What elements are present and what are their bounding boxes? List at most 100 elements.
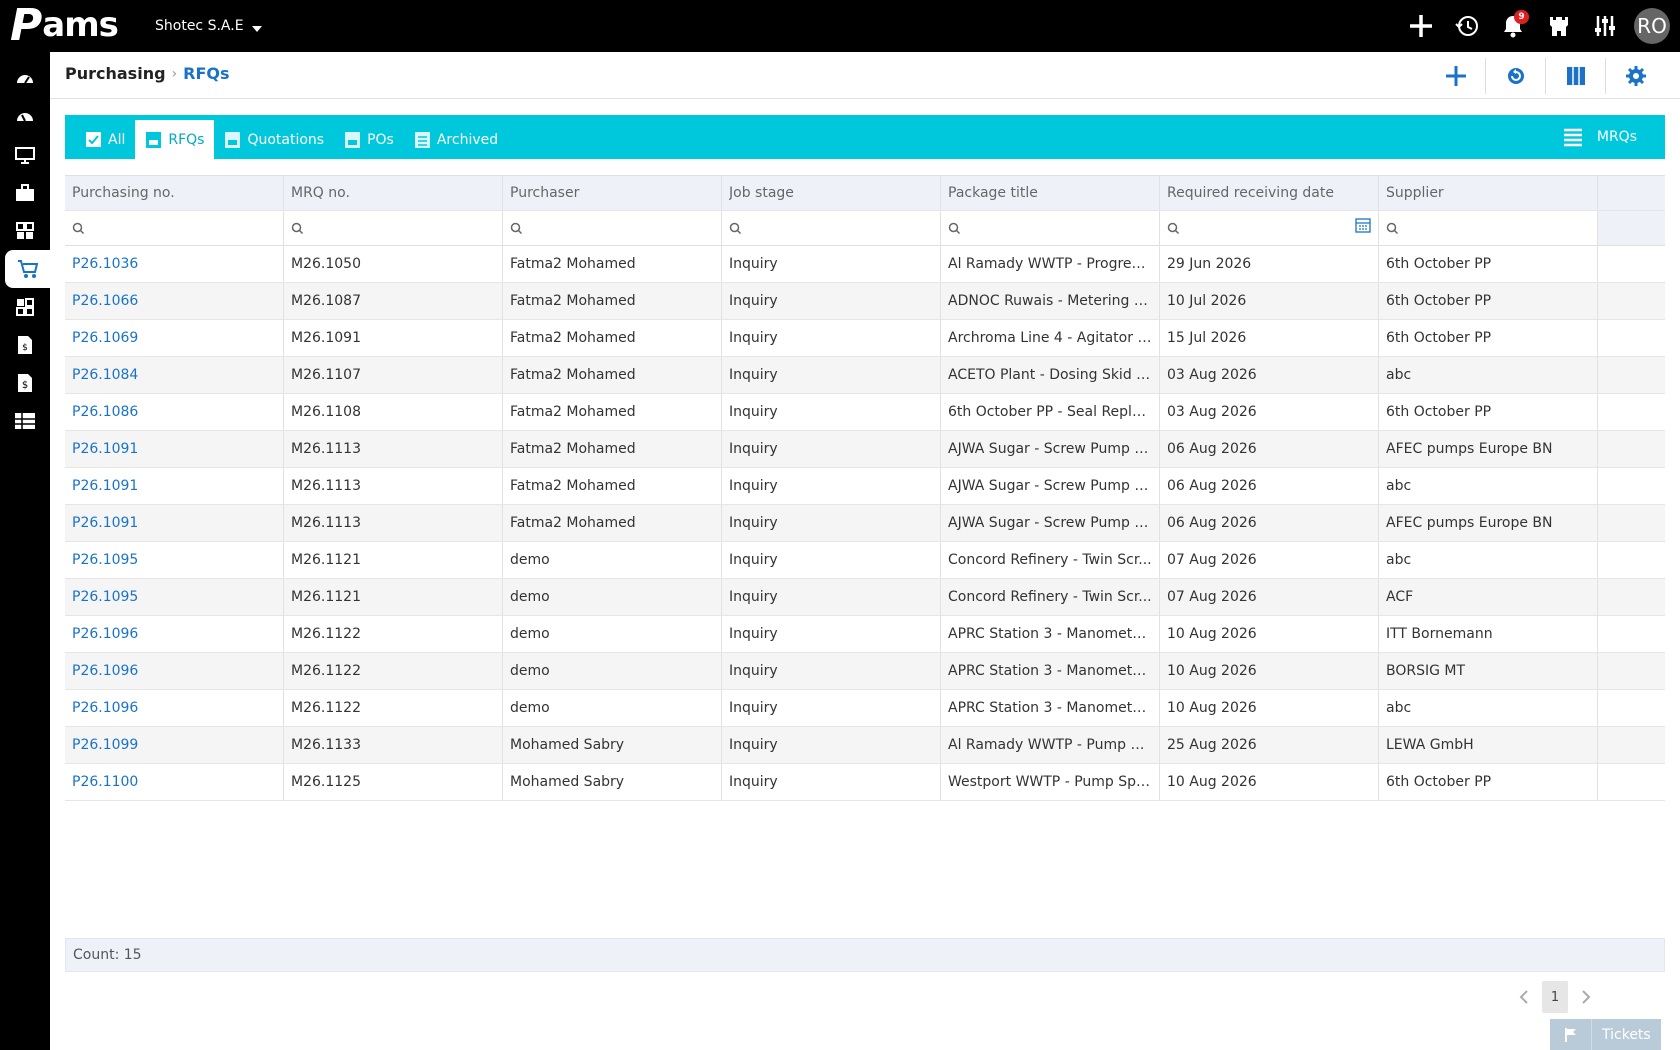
- breadcrumb-section[interactable]: Purchasing: [65, 64, 166, 83]
- table-cell[interactable]: P26.1095: [65, 542, 284, 578]
- column-filter-input[interactable]: [65, 211, 284, 245]
- app-logo[interactable]: Pams: [10, 0, 119, 51]
- row-actions-cell: [1598, 727, 1665, 763]
- purchasing-no-link[interactable]: P26.1096: [72, 700, 276, 716]
- row-actions-cell: [1598, 320, 1665, 356]
- purchasing-no-link[interactable]: P26.1069: [72, 330, 276, 346]
- column-header[interactable]: Purchasing no.: [65, 176, 284, 210]
- cell-text: Fatma2 Mohamed: [510, 404, 636, 420]
- payment-doc-icon[interactable]: $: [0, 364, 50, 402]
- inventory-icon[interactable]: [0, 288, 50, 326]
- table-row[interactable]: P26.1096 M26.1122 demo Inquiry APRC Station …: [65, 653, 1665, 690]
- add-icon[interactable]: [1398, 8, 1444, 44]
- gauge-icon[interactable]: [0, 98, 50, 136]
- table-row[interactable]: P26.1091 M26.1113 Fatma2 Mohamed Inquiry AJW…: [65, 505, 1665, 542]
- tickets-button[interactable]: Tickets: [1550, 1019, 1661, 1050]
- purchasing-no-link[interactable]: P26.1086: [72, 404, 276, 420]
- purchasing-no-link[interactable]: P26.1091: [72, 515, 276, 531]
- table-cell: Mohamed Sabry: [503, 764, 722, 800]
- table-cell: 10 Aug 2026: [1160, 764, 1379, 800]
- settings-gear-icon[interactable]: [1606, 58, 1666, 94]
- purchasing-no-link[interactable]: P26.1066: [72, 293, 276, 309]
- table-cell[interactable]: P26.1086: [65, 394, 284, 430]
- column-filter-input[interactable]: [722, 211, 941, 245]
- table-cell[interactable]: P26.1095: [65, 579, 284, 615]
- castle-icon[interactable]: [1536, 8, 1582, 44]
- refresh-icon[interactable]: [1486, 58, 1546, 94]
- table-row[interactable]: P26.1095 M26.1121 demo Inquiry Concord Refin…: [65, 542, 1665, 579]
- tab-rfqs[interactable]: RFQs: [135, 120, 215, 159]
- table-row[interactable]: P26.1069 M26.1091 Fatma2 Mohamed Inquiry Arc…: [65, 320, 1665, 357]
- monitor-icon[interactable]: [0, 136, 50, 174]
- prev-page-icon[interactable]: [1510, 981, 1538, 1013]
- column-filter-input[interactable]: [1160, 211, 1379, 245]
- column-header[interactable]: Purchaser: [503, 176, 722, 210]
- purchasing-no-link[interactable]: P26.1091: [72, 478, 276, 494]
- purchasing-cart-icon[interactable]: [5, 250, 50, 288]
- columns-icon[interactable]: [1546, 58, 1606, 94]
- table-row[interactable]: P26.1095 M26.1121 demo Inquiry Concord Refin…: [65, 579, 1665, 616]
- table-row[interactable]: P26.1066 M26.1087 Fatma2 Mohamed Inquiry ADN…: [65, 283, 1665, 320]
- table-cell[interactable]: P26.1066: [65, 283, 284, 319]
- table-cell: APRC Station 3 - Manometer...: [941, 690, 1160, 726]
- purchasing-no-link[interactable]: P26.1084: [72, 367, 276, 383]
- table-row[interactable]: P26.1086 M26.1108 Fatma2 Mohamed Inquiry 6th…: [65, 394, 1665, 431]
- table-cell[interactable]: P26.1096: [65, 653, 284, 689]
- tab-all[interactable]: All: [75, 120, 135, 159]
- column-header[interactable]: Job stage: [722, 176, 941, 210]
- column-filter-input[interactable]: [503, 211, 722, 245]
- table-cell[interactable]: P26.1100: [65, 764, 284, 800]
- table-cell[interactable]: P26.1084: [65, 357, 284, 393]
- column-filter-input[interactable]: [1379, 211, 1598, 245]
- column-header[interactable]: MRQ no.: [284, 176, 503, 210]
- purchasing-no-link[interactable]: P26.1096: [72, 663, 276, 679]
- tab-quotations[interactable]: Quotations: [214, 120, 334, 159]
- table-row[interactable]: P26.1099 M26.1133 Mohamed Sabry Inquiry Al R…: [65, 727, 1665, 764]
- invoice-icon[interactable]: $: [0, 326, 50, 364]
- purchasing-no-link[interactable]: P26.1036: [72, 256, 276, 272]
- tab-pos[interactable]: POs: [334, 120, 404, 159]
- mrqs-button[interactable]: MRQs: [1563, 127, 1637, 147]
- purchasing-no-link[interactable]: P26.1096: [72, 626, 276, 642]
- history-icon[interactable]: [1444, 8, 1490, 44]
- table-cell[interactable]: P26.1036: [65, 246, 284, 282]
- table-row[interactable]: P26.1100 M26.1125 Mohamed Sabry Inquiry West…: [65, 764, 1665, 801]
- dashboard-icon[interactable]: [0, 60, 50, 98]
- purchasing-no-link[interactable]: P26.1099: [72, 737, 276, 753]
- purchasing-no-link[interactable]: P26.1100: [72, 774, 276, 790]
- table-cell[interactable]: P26.1091: [65, 431, 284, 467]
- sliders-icon[interactable]: [1582, 8, 1628, 44]
- table-row[interactable]: P26.1091 M26.1113 Fatma2 Mohamed Inquiry AJW…: [65, 431, 1665, 468]
- reports-table-icon[interactable]: [0, 402, 50, 440]
- column-header[interactable]: Package title: [941, 176, 1160, 210]
- company-selector[interactable]: Shotec S.A.E: [155, 18, 262, 34]
- purchasing-no-link[interactable]: P26.1095: [72, 552, 276, 568]
- table-cell[interactable]: P26.1099: [65, 727, 284, 763]
- briefcase-icon[interactable]: [0, 174, 50, 212]
- column-filter-input[interactable]: [284, 211, 503, 245]
- table-cell: 06 Aug 2026: [1160, 431, 1379, 467]
- table-cell[interactable]: P26.1091: [65, 505, 284, 541]
- purchasing-no-link[interactable]: P26.1095: [72, 589, 276, 605]
- tab-archived[interactable]: Archived: [404, 120, 508, 159]
- table-cell[interactable]: P26.1069: [65, 320, 284, 356]
- user-avatar[interactable]: RO: [1634, 8, 1670, 44]
- bell-icon[interactable]: 9: [1490, 8, 1536, 44]
- table-cell[interactable]: P26.1096: [65, 616, 284, 652]
- add-rfq-button[interactable]: [1426, 58, 1486, 94]
- column-header[interactable]: Supplier: [1379, 176, 1598, 210]
- table-row[interactable]: P26.1091 M26.1113 Fatma2 Mohamed Inquiry AJW…: [65, 468, 1665, 505]
- calendar-icon[interactable]: [1355, 217, 1371, 233]
- purchasing-no-link[interactable]: P26.1091: [72, 441, 276, 457]
- page-number[interactable]: 1: [1542, 981, 1568, 1013]
- table-row[interactable]: P26.1036 M26.1050 Fatma2 Mohamed Inquiry Al …: [65, 246, 1665, 283]
- table-row[interactable]: P26.1084 M26.1107 Fatma2 Mohamed Inquiry ACE…: [65, 357, 1665, 394]
- column-header[interactable]: Required receiving date: [1160, 176, 1379, 210]
- next-page-icon[interactable]: [1572, 981, 1600, 1013]
- table-cell[interactable]: P26.1091: [65, 468, 284, 504]
- modules-icon[interactable]: [0, 212, 50, 250]
- table-row[interactable]: P26.1096 M26.1122 demo Inquiry APRC Station …: [65, 690, 1665, 727]
- table-row[interactable]: P26.1096 M26.1122 demo Inquiry APRC Station …: [65, 616, 1665, 653]
- table-cell[interactable]: P26.1096: [65, 690, 284, 726]
- column-filter-input[interactable]: [941, 211, 1160, 245]
